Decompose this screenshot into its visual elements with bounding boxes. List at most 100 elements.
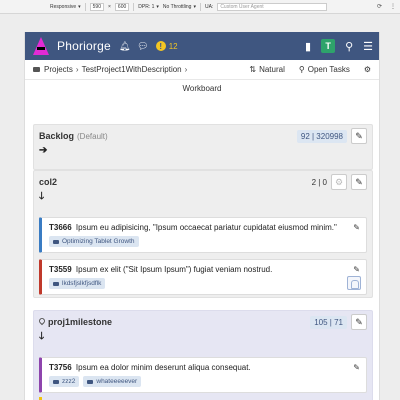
breadcrumb-project[interactable]: TestProject1WithDescription [82,65,182,74]
tag-list: lkdsfjslkfjsdflk [49,278,359,289]
column-count-badge: 92 | 320998 [296,129,347,143]
card-title: T3559 Ipsum ex elit ("Sit Ipsum Ipsum") … [49,265,359,274]
warning-count[interactable]: 12 [169,42,178,51]
owner-avatar-icon[interactable] [347,276,361,290]
ua-label: UA: [204,3,214,10]
briefcase-icon [53,281,59,286]
dpr-select[interactable]: DPR: 1 ▾ [138,4,159,10]
edit-card-icon[interactable]: ✎ [353,363,360,372]
workboard-actions: ⇅ Natural ⚲ Open Tasks ⚙ [249,65,371,74]
throttle-label: No Throttling [162,3,192,10]
column-header: Backlog (Default) 92 | 320998 ✎ [34,125,372,147]
viewport-height-input[interactable]: 600 [114,2,130,11]
briefcase-icon [87,379,94,384]
chevron-right-icon: › [184,65,188,74]
pencil-icon: ✎ [355,130,363,141]
chat-icon[interactable]: 💬︎ [137,41,148,52]
pencil-icon: ✎ [355,316,363,327]
task-id[interactable]: T3756 [49,363,72,372]
nav-right: ▮ T ⚲ ☰ [305,39,373,53]
task-card[interactable]: T3756 Ipsum ea dolor minim deserunt aliq… [39,357,367,393]
sort-label: Natural [259,65,285,74]
devtools-icons: ⟳ ⋮ [377,3,396,10]
arrow-down-icon: 🡓 [39,191,45,202]
column-header: proj1milestone 105 | 71 ✎ [34,311,372,333]
task-card[interactable]: T3666 Ipsum eu adipisicing, "Ipsum occae… [39,217,367,253]
card-title: T3666 Ipsum eu adipisicing, "Ipsum occae… [49,223,359,232]
bookmark-icon[interactable]: ▮ [305,40,311,53]
edit-column-button[interactable]: ✎ [351,314,367,330]
avatar[interactable]: T [321,39,336,53]
edit-card-icon[interactable]: ✎ [353,223,360,232]
tag-list: zzz2 whateeeeever [49,376,359,387]
column-col2: col2 2 | 0 ⚙ ✎ 🡓 T3666 Ipsum eu adipisic… [33,170,373,298]
project-tag[interactable]: lkdsfjslkfjsdflk [49,278,106,289]
gear-icon[interactable]: ⚙ [364,65,371,74]
tag-label: Optimizing Tablet Growth [62,238,135,245]
device-viewport: Phoriorge 🔔︎ 💬︎ ! 12 ▮ T ⚲ ☰ Projects › … [0,14,400,400]
briefcase-icon [33,67,40,72]
task-title[interactable]: Ipsum ex elit ("Sit Ipsum Ipsum") fugiat… [76,265,272,274]
gear-icon: ⚙ [334,176,344,187]
tag-list: Optimizing Tablet Growth [49,236,359,247]
column-count: 92 | 320998 [296,129,347,143]
sort-button[interactable]: ⇅ Natural [249,65,285,74]
menu-icon[interactable]: ☰ [363,40,373,53]
breadcrumb-projects-label: Projects [44,65,73,74]
arrow-right-icon: ➔ [39,145,48,156]
more-icon[interactable]: ⋮ [390,3,396,10]
viewport-width-input[interactable]: 590 [89,2,104,11]
notification-icons: 🔔︎ 💬︎ ! 12 [119,41,178,52]
divider [133,2,135,11]
task-id[interactable]: T3559 [49,265,72,274]
project-tag[interactable]: whateeeeever [83,376,142,387]
column-title-text: proj1milestone [48,317,113,327]
device-label: Responsive [50,3,77,10]
tag-label: whateeeeever [96,378,138,385]
edit-column-button[interactable]: ✎ [351,174,367,190]
column-milestone: proj1milestone 105 | 71 ✎ 🡓 T3756 Ipsum … [33,310,373,400]
column-title[interactable]: col2 [39,177,57,187]
project-tag[interactable]: Optimizing Tablet Growth [49,236,139,247]
card-title: T3756 Ipsum ea dolor minim deserunt aliq… [49,363,359,372]
brand-name[interactable]: Phoriorge [57,39,111,53]
page-title: Workboard [182,84,222,93]
divider [199,2,201,11]
column-count: 105 | 71 [310,315,347,329]
edit-card-icon[interactable]: ✎ [353,265,360,274]
top-navbar: Phoriorge 🔔︎ 💬︎ ! 12 ▮ T ⚲ ☰ [25,32,379,60]
filter-button[interactable]: ⚲ Open Tasks [299,65,350,74]
map-pin-icon [37,316,47,326]
briefcase-icon [53,379,59,384]
logo-icon[interactable] [31,35,51,57]
tag-label: zzz2 [62,378,76,385]
chevron-right-icon: › [75,65,79,74]
edit-column-button[interactable]: ✎ [351,128,367,144]
user-agent-input[interactable]: Custom User Agent [217,2,328,11]
task-id[interactable]: T3666 [49,223,72,232]
bell-icon[interactable]: 🔔︎ [119,41,130,52]
divider [84,2,86,11]
devtools-toolbar: Responsive ▾ 590 × 600 DPR: 1 ▾ No Throt… [0,0,400,14]
pencil-icon: ✎ [355,176,363,187]
times-icon: × [108,3,111,10]
column-settings-button[interactable]: ⚙ [331,174,347,190]
project-tag[interactable]: zzz2 [49,376,80,387]
column-title[interactable]: proj1milestone [37,316,113,327]
warning-icon[interactable]: ! [155,41,166,51]
breadcrumb-bar: Projects › TestProject1WithDescription ›… [25,60,379,80]
column-title[interactable]: Backlog (Default) [39,131,108,141]
rotate-icon[interactable]: ⟳ [377,3,382,10]
search-icon[interactable]: ⚲ [345,40,353,53]
sort-icon: ⇅ [249,65,257,74]
task-card[interactable]: T3559 Ipsum ex elit ("Sit Ipsum Ipsum") … [39,259,367,295]
breadcrumb-projects[interactable]: Projects [33,65,73,74]
briefcase-icon [53,239,59,244]
task-title[interactable]: Ipsum ea dolor minim deserunt aliqua con… [76,363,251,372]
throttle-select[interactable]: No Throttling ▾ [163,4,196,10]
task-title[interactable]: Ipsum eu adipisicing, "Ipsum occaecat pa… [76,223,337,232]
arrow-down-icon: 🡓 [39,331,45,342]
column-count-badge: 105 | 71 [310,315,347,329]
device-select[interactable]: Responsive ▾ [50,4,81,10]
dpr-label: DPR: 1 [138,3,155,10]
